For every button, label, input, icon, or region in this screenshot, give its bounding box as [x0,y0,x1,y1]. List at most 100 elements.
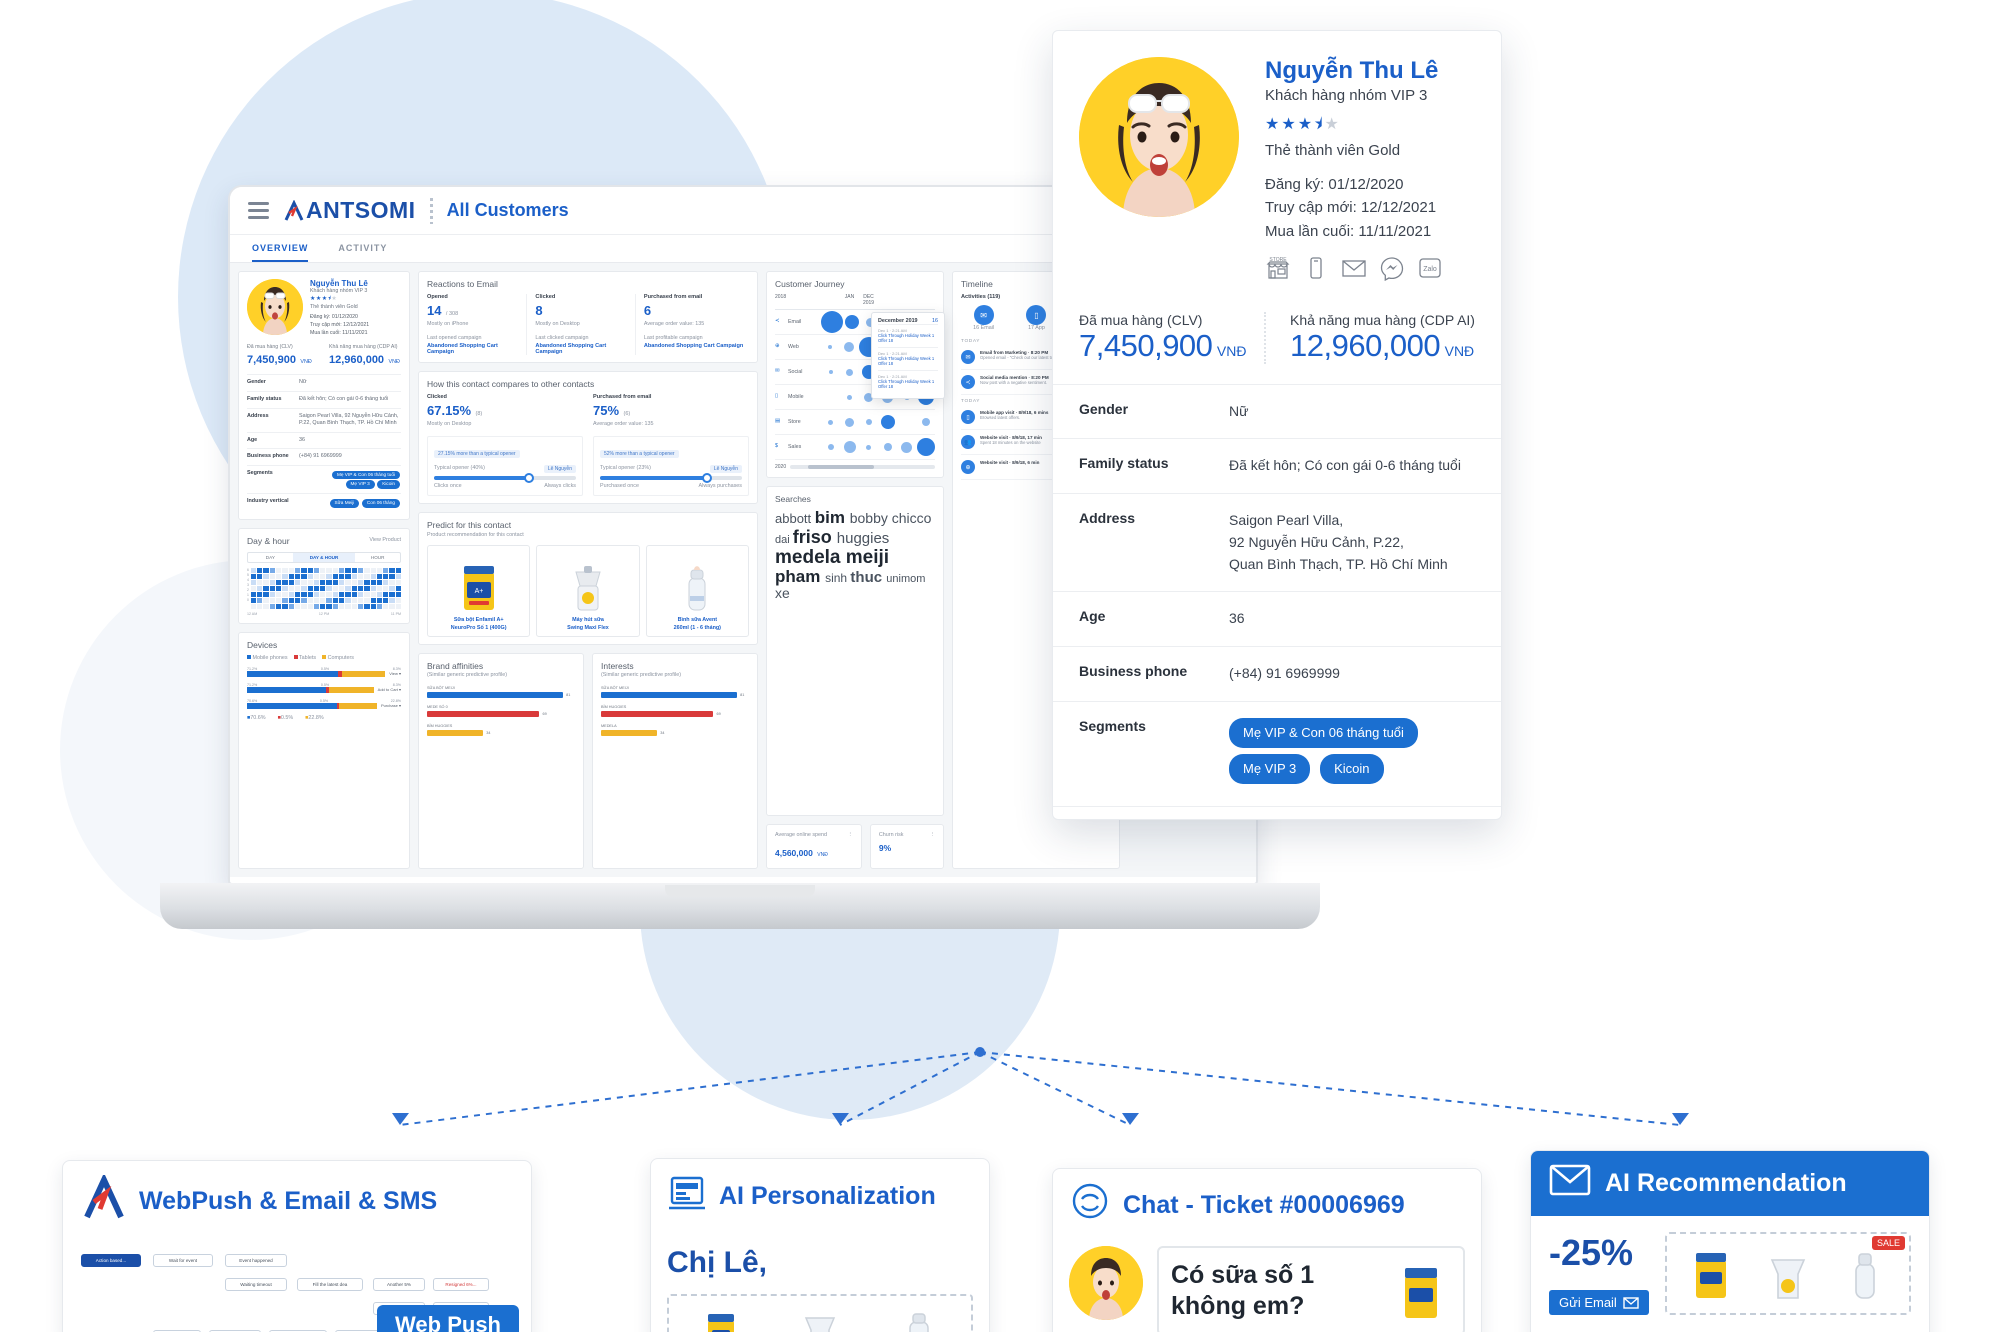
heatmap-cell[interactable] [263,579,269,585]
heatmap-cell[interactable] [389,573,395,579]
heatmap-cell[interactable] [351,579,357,585]
heatmap-cell[interactable] [351,573,357,579]
heatmap-cell[interactable] [370,579,376,585]
heatmap-cell[interactable] [257,585,263,591]
heatmap-cell[interactable] [276,597,282,603]
industry-chip[interactable]: Sữa Meiji [329,498,360,508]
journey-row[interactable]: ▤ Store [775,410,935,435]
heatmap-cell[interactable] [288,603,294,609]
heatmap-cell[interactable] [263,597,269,603]
heatmap-cell[interactable] [276,573,282,579]
journey-row[interactable]: $ Sales [775,435,935,460]
messenger-icon[interactable] [1379,255,1405,286]
heatmap-cell[interactable] [389,579,395,585]
heatmap-cell[interactable] [288,591,294,597]
heatmap-cell[interactable] [313,567,320,573]
journey-cell[interactable] [878,415,897,429]
day-hour-tab-day-hour[interactable]: DAY & HOUR [292,552,356,562]
product-card[interactable]: Máy hút sữa Swing Maxi Flex [536,545,640,638]
heatmap-cell[interactable] [282,585,288,591]
day-hour-heatmap[interactable]: 6543210 [247,567,401,609]
heatmap-cell[interactable] [339,579,345,585]
heatmap-cell[interactable] [332,567,339,573]
heatmap-cell[interactable] [345,567,351,573]
heatmap-cell[interactable] [345,591,351,597]
heatmap-cell[interactable] [294,585,301,591]
heatmap-cell[interactable] [357,579,364,585]
heatmap-cell[interactable] [288,567,294,573]
heatmap-cell[interactable] [257,573,263,579]
heatmap-cell[interactable] [339,585,345,591]
heatmap-cell[interactable] [263,567,269,573]
heatmap-cell[interactable] [383,567,389,573]
heatmap-cell[interactable] [395,579,401,585]
heatmap-cell[interactable] [301,567,307,573]
heatmap-cell[interactable] [294,573,301,579]
journey-cell[interactable] [821,337,840,357]
webpush-email-sms-card[interactable]: WebPush & Email & SMS Action based... Wa… [62,1160,532,1332]
heatmap-cell[interactable] [345,585,351,591]
heatmap-cell[interactable] [269,591,276,597]
day-hour-tab-hour[interactable]: HOUR [355,553,400,562]
heatmap-cell[interactable] [288,585,294,591]
reaction-campaign-link[interactable]: Abandoned Shopping Cart Campaign [535,343,626,355]
heatmap-cell[interactable] [250,567,257,573]
compare-slider[interactable] [434,472,576,483]
heatmap-cell[interactable] [345,603,351,609]
heatmap-cell[interactable] [257,603,263,609]
journey-cell[interactable] [821,438,840,456]
journey-scrollbar[interactable] [790,465,935,469]
tab-activity[interactable]: ACTIVITY [338,243,387,262]
heatmap-cell[interactable] [339,591,345,597]
heatmap-cell[interactable] [276,579,282,585]
flow-node[interactable]: Event happened [225,1254,287,1267]
heatmap-cell[interactable] [357,597,364,603]
heatmap-cell[interactable] [364,597,370,603]
heatmap-cell[interactable] [313,591,320,597]
chat-ticket-card[interactable]: Chat - Ticket #00006969 Có sữa số 1 khôn… [1052,1168,1482,1332]
heatmap-cell[interactable] [326,573,332,579]
segment-chip[interactable]: Mẹ VIP 3 [345,480,375,489]
ai-personalization-card[interactable]: AI Personalization Chị Lê, [650,1158,990,1332]
heatmap-cell[interactable] [282,567,288,573]
heatmap-cell[interactable] [294,579,301,585]
heatmap-cell[interactable] [332,579,339,585]
heatmap-cell[interactable] [383,597,389,603]
heatmap-cell[interactable] [332,603,339,609]
heatmap-cell[interactable] [282,597,288,603]
heatmap-cell[interactable] [332,597,339,603]
search-term[interactable]: unimom [886,573,925,585]
heatmap-cell[interactable] [357,567,364,573]
ai-recommendation-card[interactable]: AI Recommendation -25% Gửi Email SALE [1530,1150,1930,1332]
journey-cell[interactable] [840,415,859,429]
heatmap-cell[interactable] [301,597,307,603]
heatmap-cell[interactable] [307,585,313,591]
heatmap-cell[interactable] [294,597,301,603]
heatmap-cell[interactable] [269,573,276,579]
heatmap-cell[interactable] [320,603,326,609]
heatmap-cell[interactable] [364,579,370,585]
device-action-select[interactable]: Add to Cart ▾ [378,687,401,692]
heatmap-cell[interactable] [339,597,345,603]
reaction-campaign-link[interactable]: Abandoned Shopping Cart Campaign [644,343,749,349]
heatmap-cell[interactable] [301,603,307,609]
flow-node[interactable]: Fill the latest dea [297,1278,363,1291]
heatmap-cell[interactable] [395,591,401,597]
search-term[interactable]: dai [775,534,793,546]
journey-cell[interactable] [821,415,840,429]
heatmap-cell[interactable] [263,585,269,591]
heatmap-cell[interactable] [313,603,320,609]
heatmap-cell[interactable] [357,585,364,591]
heatmap-cell[interactable] [250,573,257,579]
journey-cell[interactable] [897,438,916,456]
antsomi-logo[interactable]: ANTSOMI [283,197,416,224]
flow-node[interactable]: Wait for event [153,1254,213,1267]
journey-cell[interactable] [840,389,859,405]
heatmap-cell[interactable] [250,585,257,591]
search-term[interactable]: friso [793,527,837,547]
journey-cell[interactable] [821,389,840,405]
heatmap-cell[interactable] [395,573,401,579]
heatmap-cell[interactable] [301,585,307,591]
search-term[interactable]: huggies [837,530,890,547]
heatmap-cell[interactable] [326,567,332,573]
